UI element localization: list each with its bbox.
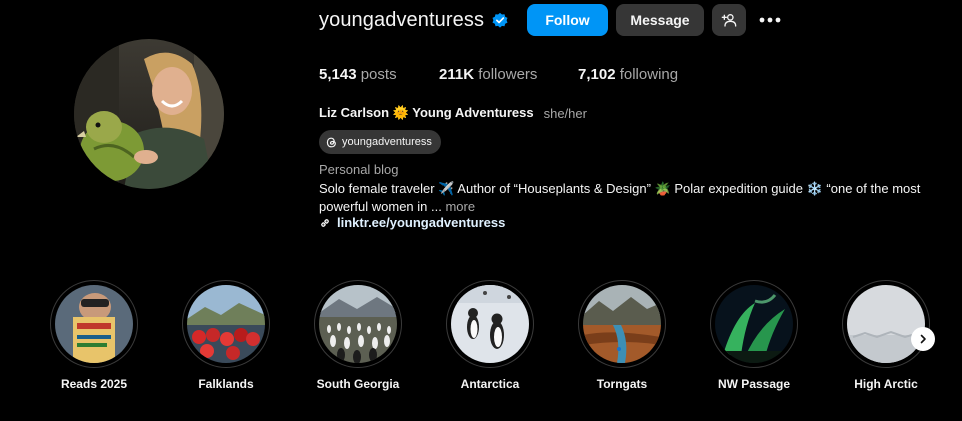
highlight-south-georgia[interactable]: South Georgia (298, 280, 418, 391)
posts-label: posts (360, 66, 397, 83)
highlight-thumbnail (715, 285, 793, 363)
highlight-thumbnail (583, 285, 661, 363)
highlight-falklands[interactable]: Falklands (166, 280, 286, 391)
highlight-thumbnail (55, 285, 133, 363)
profile-full-name: Liz Carlson 🌞 Young Adventuress (319, 105, 534, 120)
highlight-ring (710, 280, 798, 368)
highlight-label: High Arctic (854, 377, 918, 391)
highlight-ring (842, 280, 930, 368)
profile-username: youngadventuress (319, 8, 485, 31)
highlight-label: Reads 2025 (60, 377, 128, 391)
highlight-nw-passage[interactable]: NW Passage (694, 280, 814, 391)
ellipsis-icon (759, 17, 781, 23)
bio-more-link[interactable]: more (445, 199, 475, 214)
highlight-thumbnail (847, 285, 925, 363)
highlight-ring (578, 280, 666, 368)
bio-text: Solo female traveler ✈️ Author of “House… (319, 181, 921, 214)
more-options-button[interactable] (757, 4, 783, 36)
message-button[interactable]: Message (616, 4, 704, 36)
highlight-thumbnail (451, 285, 529, 363)
highlight-label: Torngats (596, 377, 648, 391)
highlight-antarctica[interactable]: Antarctica (430, 280, 550, 391)
threads-icon (325, 136, 338, 149)
link-icon (319, 217, 331, 229)
story-highlights: Reads 2025 Falklands South Georgia Antar… (0, 280, 962, 400)
profile-pronouns: she/her (543, 105, 587, 121)
highlight-thumbnail (187, 285, 265, 363)
profile-avatar[interactable] (74, 39, 224, 189)
verified-badge-icon (491, 11, 509, 29)
stat-following[interactable]: 7,102 following (578, 66, 678, 83)
highlight-label: Antarctica (460, 377, 520, 391)
profile-link[interactable]: linktr.ee/youngadventuress (319, 215, 505, 230)
followers-count: 211K (439, 66, 475, 83)
suggested-accounts-button[interactable] (712, 4, 746, 36)
profile-category: Personal blog (319, 162, 399, 177)
profile-bio: Solo female traveler ✈️ Author of “House… (319, 180, 949, 216)
follow-button[interactable]: Follow (527, 4, 608, 36)
profile-header: youngadventuress (319, 4, 509, 36)
stat-posts: 5,143 posts (319, 66, 397, 83)
following-count: 7,102 (578, 66, 616, 83)
stat-followers[interactable]: 211K followers (439, 66, 537, 83)
avatar-photo (74, 39, 224, 189)
profile-link-text: linktr.ee/youngadventuress (337, 215, 506, 230)
highlight-label: South Georgia (316, 377, 400, 391)
threads-handle: youngadventuress (342, 136, 432, 148)
highlights-next-button[interactable] (911, 327, 935, 351)
profile-name-row: Liz Carlson 🌞 Young Adventuress she/her (319, 105, 587, 121)
highlight-ring (182, 280, 270, 368)
followers-label: followers (478, 66, 538, 83)
following-label: following (619, 66, 679, 83)
threads-badge[interactable]: youngadventuress (319, 130, 441, 154)
highlight-ring (446, 280, 534, 368)
highlight-thumbnail (319, 285, 397, 363)
highlight-ring (314, 280, 402, 368)
highlight-label: Falklands (198, 377, 254, 391)
chevron-right-icon (917, 333, 929, 345)
add-person-icon (721, 12, 737, 28)
highlight-torngats[interactable]: Torngats (562, 280, 682, 391)
highlight-reads-2025[interactable]: Reads 2025 (34, 280, 154, 391)
posts-count: 5,143 (319, 66, 357, 83)
highlight-ring (50, 280, 138, 368)
highlight-label: NW Passage (717, 377, 791, 391)
